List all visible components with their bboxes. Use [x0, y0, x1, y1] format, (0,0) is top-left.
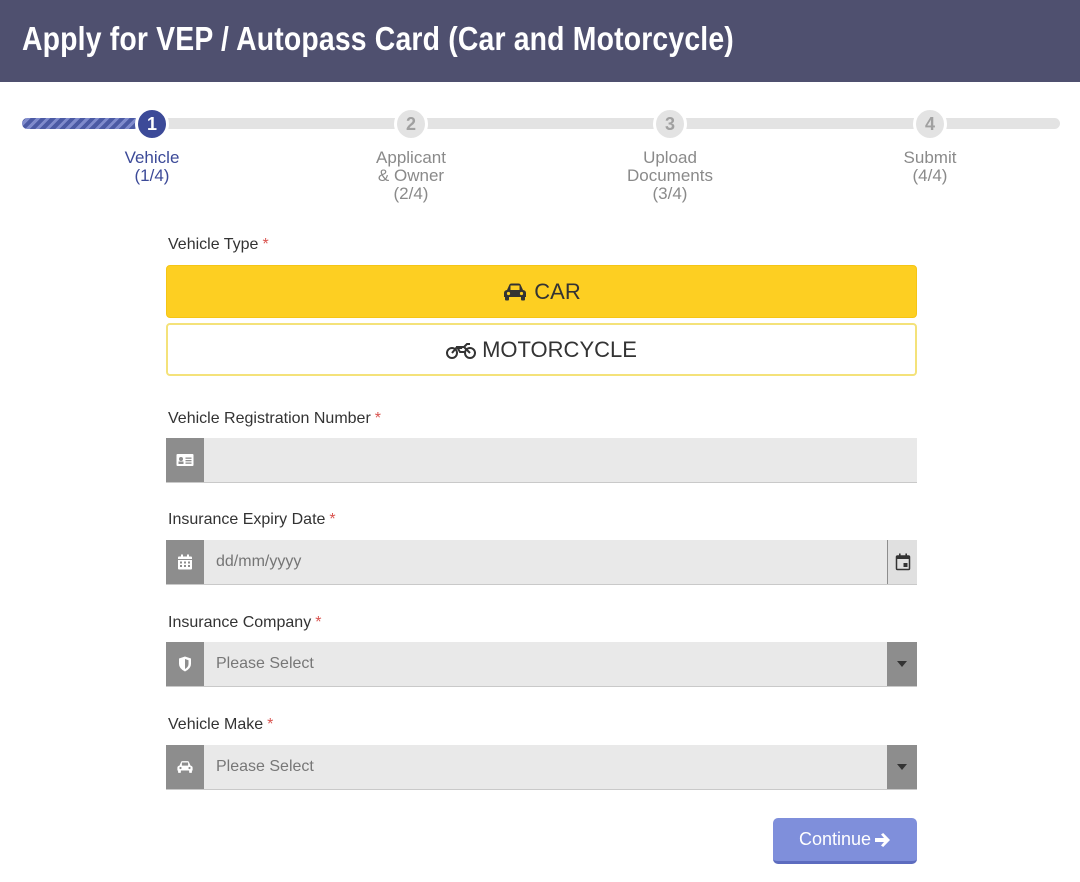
step-number: 2	[394, 107, 428, 141]
step-submit[interactable]: 4 Submit (4/4)	[850, 107, 1010, 185]
continue-button[interactable]: Continue	[773, 818, 917, 864]
calendar-picker-icon	[895, 553, 910, 571]
insurance-company-label: Insurance Company *	[168, 614, 321, 632]
label-text: Insurance Company	[168, 614, 312, 631]
step-label: Submit (4/4)	[850, 149, 1010, 185]
insurance-company-select[interactable]: Please Select	[166, 642, 917, 687]
vehicle-make-value: Please Select	[204, 745, 887, 789]
step-label-line: & Owner	[377, 166, 445, 185]
insurance-company-caret[interactable]	[887, 642, 917, 686]
calendar-icon	[178, 554, 192, 570]
vehicle-make-addon	[166, 745, 204, 789]
step-applicant-owner[interactable]: 2 Applicant & Owner (2/4)	[331, 107, 491, 203]
step-label-line: Upload	[643, 148, 697, 167]
vehicle-make-label: Vehicle Make *	[168, 716, 273, 734]
dropdown-caret-icon	[897, 764, 907, 770]
required-marker: *	[374, 410, 381, 427]
label-text: Vehicle Type	[168, 236, 259, 253]
car-option-button[interactable]: CAR	[166, 265, 917, 318]
label-text: Vehicle Registration Number	[168, 410, 371, 427]
insurance-expiry-label: Insurance Expiry Date *	[168, 511, 336, 529]
insurance-expiry-date-input[interactable]	[204, 540, 887, 584]
step-label-line: (1/4)	[134, 166, 170, 185]
step-label-line: (4/4)	[912, 166, 948, 185]
motorcycle-icon	[446, 342, 477, 359]
registration-number-input[interactable]	[204, 438, 917, 482]
step-label: Upload Documents (3/4)	[590, 149, 750, 203]
page-title: Apply for VEP / Autopass Card (Car and M…	[22, 20, 734, 57]
insurance-expiry-addon	[166, 540, 204, 584]
registration-input-group	[166, 438, 917, 483]
step-label-line: Vehicle	[124, 148, 180, 167]
step-label: Vehicle (1/4)	[72, 149, 232, 185]
step-number: 1	[135, 107, 169, 141]
vehicle-type-label: Vehicle Type *	[168, 236, 269, 254]
registration-label: Vehicle Registration Number *	[168, 410, 381, 428]
label-text: Insurance Expiry Date	[168, 511, 326, 528]
step-label-line: (3/4)	[652, 184, 688, 203]
step-number: 4	[913, 107, 947, 141]
step-label-line: Documents	[627, 166, 713, 185]
insurance-company-addon	[166, 642, 204, 686]
step-label-line: (2/4)	[393, 184, 429, 203]
continue-label: Continue	[798, 829, 872, 849]
label-text: Vehicle Make	[168, 716, 264, 733]
step-label: Applicant & Owner (2/4)	[331, 149, 491, 203]
motorcycle-option-label: MOTORCYCLE	[482, 336, 637, 362]
vehicle-make-caret[interactable]	[887, 745, 917, 789]
required-marker: *	[267, 716, 274, 733]
step-label-line: Submit	[903, 148, 957, 167]
car-icon	[504, 283, 527, 300]
dropdown-caret-icon	[897, 661, 907, 667]
required-marker: *	[329, 511, 336, 528]
car-small-icon	[177, 761, 193, 773]
arrow-right-icon	[875, 832, 891, 847]
step-label-line: Applicant	[376, 148, 446, 167]
insurance-company-value: Please Select	[204, 642, 887, 686]
vehicle-make-select[interactable]: Please Select	[166, 745, 917, 790]
page-header: Apply for VEP / Autopass Card (Car and M…	[0, 0, 1080, 82]
car-option-label: CAR	[534, 278, 581, 304]
required-marker: *	[315, 614, 322, 631]
insurance-expiry-input-group	[166, 540, 917, 585]
step-number: 3	[653, 107, 687, 141]
date-picker-button[interactable]	[887, 540, 917, 584]
registration-addon	[166, 438, 204, 482]
required-marker: *	[262, 236, 269, 253]
shield-icon	[179, 656, 191, 672]
step-vehicle[interactable]: 1 Vehicle (1/4)	[72, 107, 232, 185]
step-upload-documents[interactable]: 3 Upload Documents (3/4)	[590, 107, 750, 203]
id-card-icon	[176, 454, 194, 466]
motorcycle-option-button[interactable]: MOTORCYCLE	[166, 323, 917, 376]
